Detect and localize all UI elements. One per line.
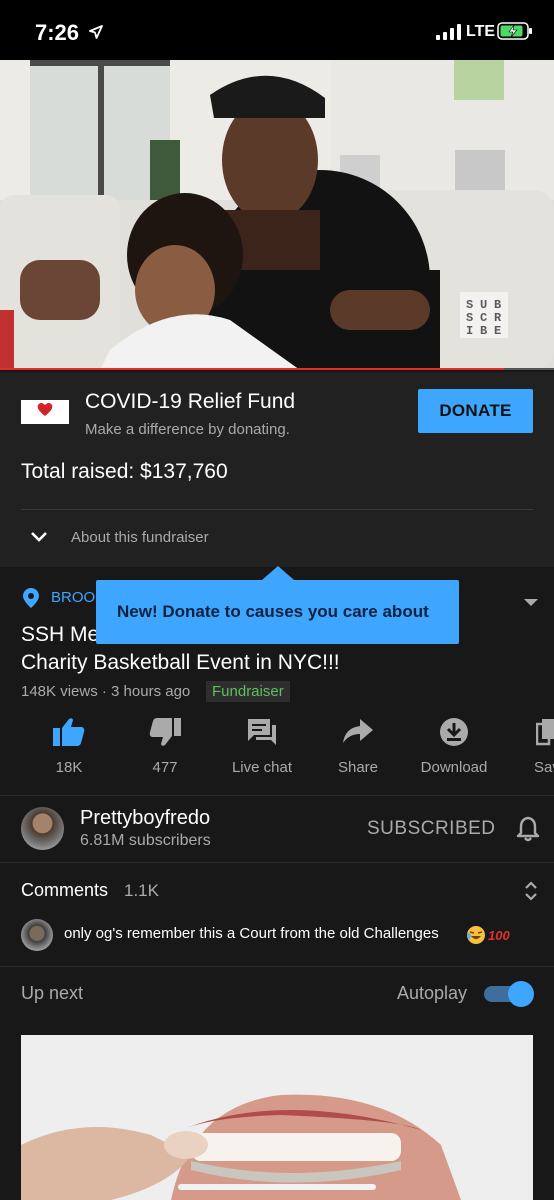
subscribe-watermark-letter: S <box>466 298 473 312</box>
video-title-line2: Charity Basketball Event in NYC!!! <box>21 651 340 674</box>
signal-icon <box>436 24 462 45</box>
live-chat-label: Live chat <box>231 759 293 776</box>
thumbnail-image <box>21 1035 533 1200</box>
fundraiser-panel: COVID-19 Relief Fund Make a difference b… <box>0 372 554 567</box>
commenter-avatar <box>21 919 53 951</box>
save-label: Sav <box>534 759 554 776</box>
up-next-label: Up next <box>21 983 84 1003</box>
video-progress-fill <box>0 368 505 370</box>
location-pin-icon <box>22 587 40 614</box>
subscribe-watermark-letter: B <box>480 324 487 338</box>
autoplay-label: Autoplay <box>397 983 468 1003</box>
fundraiser-logo <box>21 400 69 424</box>
about-fundraiser-toggle[interactable]: About this fundraiser <box>21 520 321 556</box>
video-progress-bar[interactable] <box>0 368 554 370</box>
comments-heading: Comments <box>21 880 109 900</box>
donate-tooltip[interactable]: New! Donate to causes you care about <box>96 566 459 644</box>
location-arrow-icon <box>89 25 103 44</box>
channel-avatar[interactable] <box>21 807 64 850</box>
dislike-button[interactable]: 477 <box>119 717 211 776</box>
subscribe-watermark-letter: E <box>494 324 501 338</box>
tooltip-text: New! Donate to causes you care about <box>117 602 429 621</box>
fundraiser-subtitle: Make a difference by donating. <box>85 421 290 438</box>
battery-icon <box>497 22 533 45</box>
svg-text:100: 100 <box>488 928 510 943</box>
divider <box>21 509 533 510</box>
dislike-count: 477 <box>152 759 178 776</box>
channel-name[interactable]: Prettyboyfredo <box>80 807 210 830</box>
toggle-knob <box>508 981 534 1007</box>
comments-section[interactable]: Comments 1.1K only og's remember this a … <box>0 863 554 967</box>
subscribe-watermark-letter: B <box>494 298 501 312</box>
subscribe-watermark-letter: U <box>480 298 487 312</box>
share-label: Share <box>337 759 379 776</box>
tooltip-arrow <box>262 566 294 580</box>
video-meta: 148K views · 3 hours ago <box>21 683 191 700</box>
up-next-thumbnail[interactable] <box>21 1035 533 1200</box>
status-bar: 7:26 LTE <box>0 0 554 60</box>
home-indicator[interactable] <box>178 1184 376 1190</box>
live-chat-icon <box>216 717 308 751</box>
like-count: 18K <box>55 759 83 776</box>
expand-comments-icon[interactable] <box>523 879 539 908</box>
video-title-line1: SSH Me <box>21 623 100 646</box>
subscribe-watermark-letter: C <box>480 311 487 325</box>
save-icon <box>504 717 554 751</box>
download-button[interactable]: Download <box>408 717 500 776</box>
subscriber-count: 6.81M subscribers <box>80 832 211 849</box>
bell-icon[interactable] <box>516 816 540 847</box>
download-icon <box>408 717 500 751</box>
live-chat-button[interactable]: Live chat <box>216 717 308 776</box>
video-frame: S U BS C RI B E <box>0 60 554 370</box>
save-button[interactable]: Sav <box>504 717 554 776</box>
fundraiser-badge: Fundraiser <box>206 681 290 702</box>
thumbs-up-icon <box>23 717 115 751</box>
location-link[interactable]: BROO <box>51 589 95 606</box>
donate-button[interactable]: DONATE <box>418 389 533 433</box>
network-type: LTE <box>466 23 496 40</box>
expand-caret-icon[interactable] <box>523 595 539 613</box>
download-label: Download <box>420 759 488 776</box>
fundraiser-title: COVID-19 Relief Fund <box>85 390 296 413</box>
autoplay-toggle[interactable] <box>484 980 534 1008</box>
subscribe-watermark-letter: S <box>466 311 473 325</box>
share-button[interactable]: Share <box>312 717 404 776</box>
chevron-down-icon <box>30 530 48 548</box>
subscribe-watermark-letter: R <box>494 311 502 325</box>
laughing-emoji-icon: 100 <box>466 924 510 951</box>
share-icon <box>312 717 404 751</box>
thumbs-down-icon <box>119 717 211 751</box>
about-fundraiser-label: About this fundraiser <box>71 529 209 546</box>
subscribe-watermark-letter: I <box>466 324 473 338</box>
subscribed-button[interactable]: SUBSCRIBED <box>367 818 496 840</box>
comments-count: 1.1K <box>124 881 159 900</box>
action-bar: 18K 477 Live chat Share Download Sa <box>0 717 554 787</box>
status-time: 7:26 <box>35 20 80 45</box>
top-comment-text: only og's remember this a Court from the… <box>64 925 439 942</box>
like-button[interactable]: 18K <box>23 717 115 776</box>
channel-row: Prettyboyfredo 6.81M subscribers SUBSCRI… <box>0 795 554 863</box>
video-player[interactable]: SUBSCRIBE <box>0 60 554 370</box>
fundraiser-total: Total raised: $137,760 <box>21 460 228 483</box>
